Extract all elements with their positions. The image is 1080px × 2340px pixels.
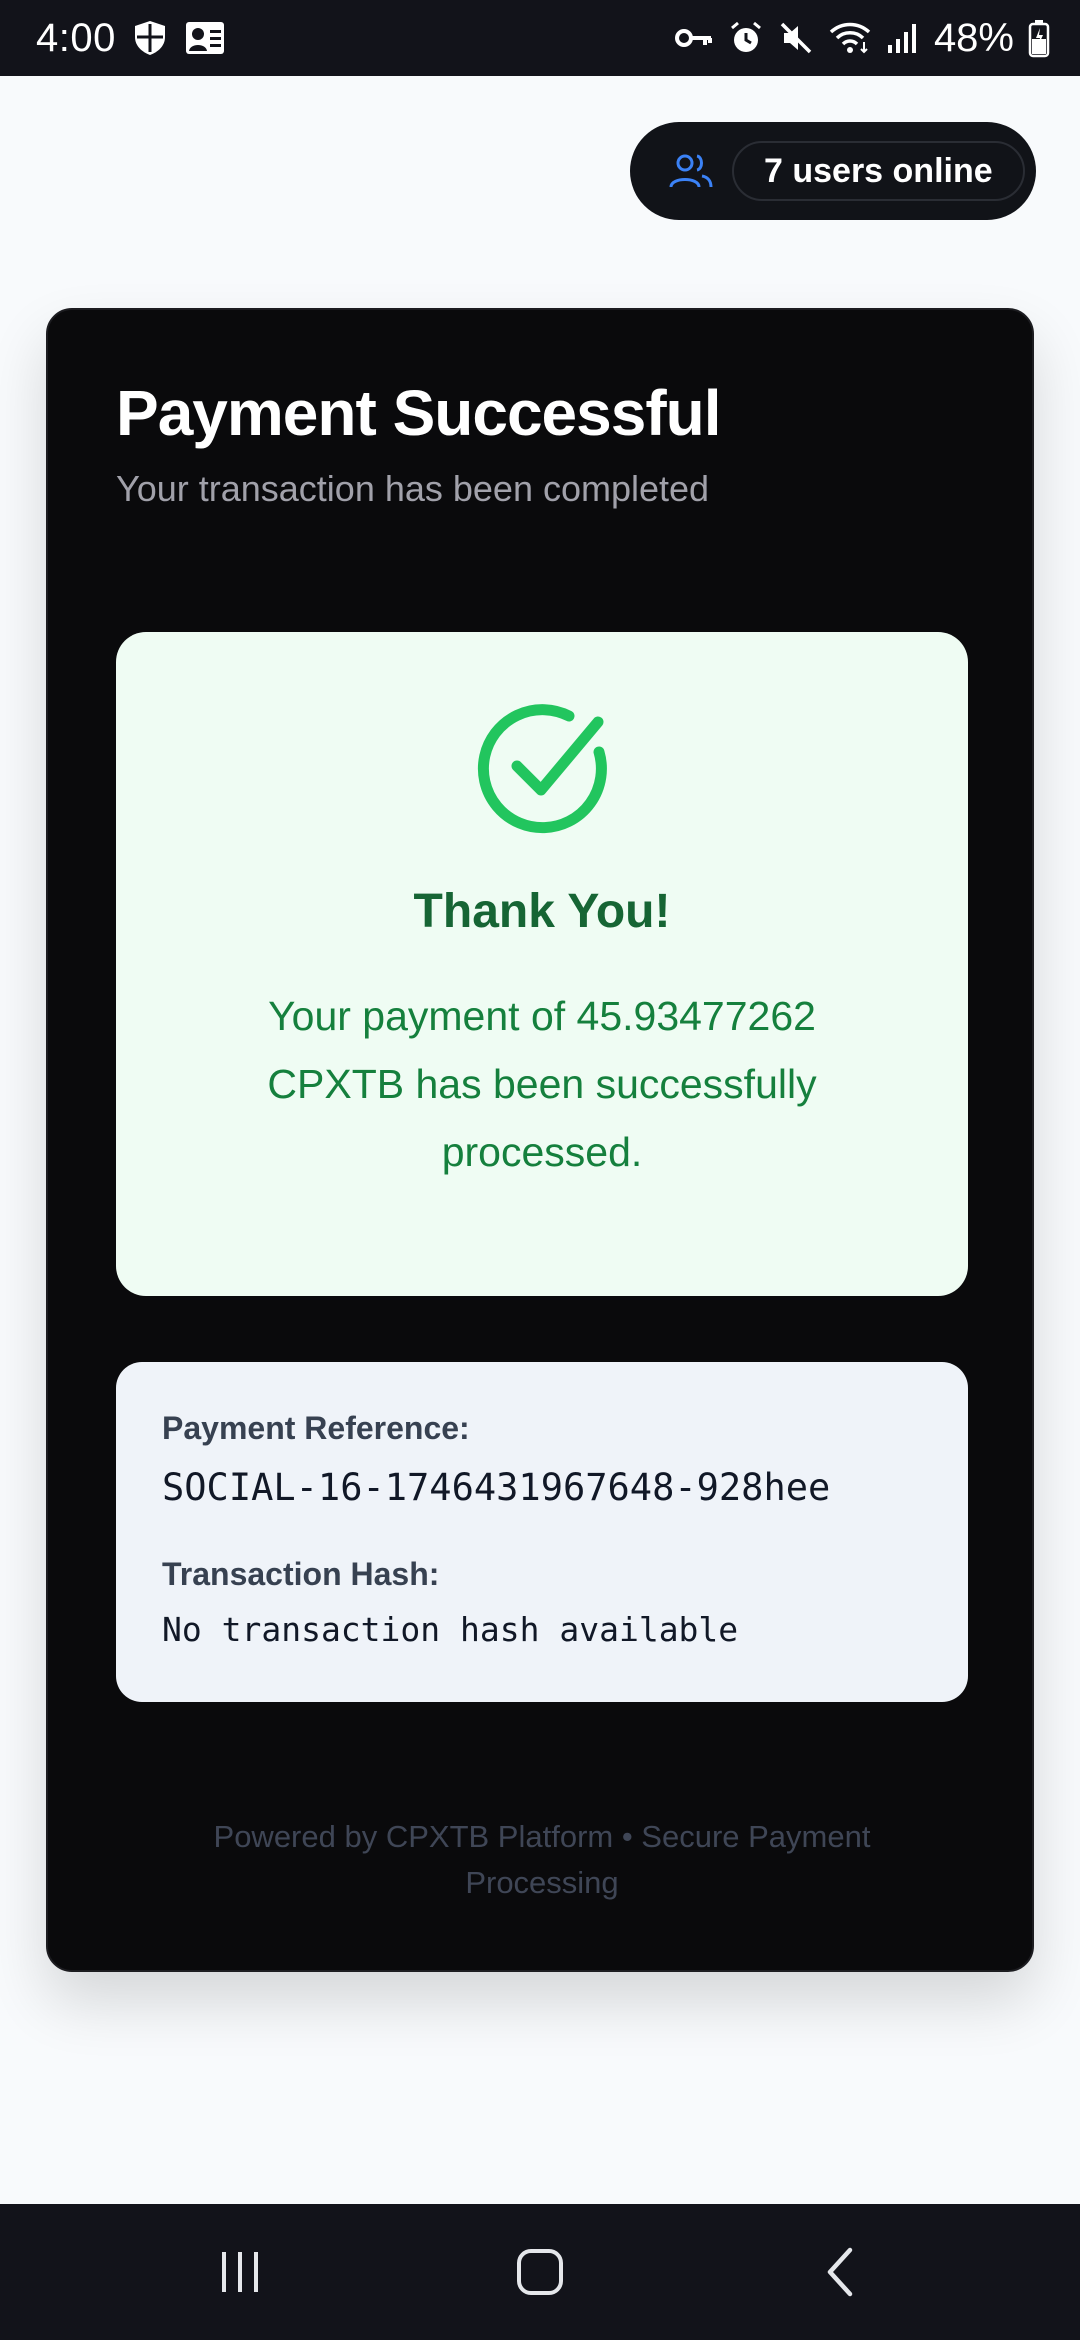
wifi-icon [828,20,872,56]
battery-percent: 48% [933,15,1014,60]
success-panel: Thank You! Your payment of 45.93477262 C… [116,632,968,1296]
transaction-hash-value: No transaction hash available [162,1610,739,1649]
payment-reference-value: SOCIAL-16-1746431967648-928hee [162,1466,831,1509]
status-time: 4:00 [36,15,116,60]
page-subtitle: Your transaction has been completed [116,468,710,509]
mute-icon [778,20,814,56]
transaction-hash-label: Transaction Hash: [162,1556,440,1592]
payment-reference-label: Payment Reference: [162,1410,470,1446]
vpn-key-icon [674,23,714,53]
status-bar: 4:00 48% [0,0,1080,76]
success-message: Your payment of 45.93477262 CPXTB has be… [267,993,817,1175]
payment-details-panel: Payment Reference: SOCIAL-16-17464319676… [116,1362,968,1702]
shield-icon [130,18,170,58]
recents-icon[interactable] [180,2222,300,2322]
footer-text: Powered by CPXTB Platform • Secure Payme… [213,1819,871,1900]
system-nav-bar [0,2204,1080,2340]
profile-card-icon [184,18,226,58]
payment-card: Payment Successful Your transaction has … [46,308,1034,1972]
signal-icon [886,21,920,55]
status-right: 48% [674,16,1050,61]
status-left: 4:00 [36,16,226,61]
alarm-icon [728,20,764,56]
users-online-pill[interactable]: 7 users online [630,122,1036,220]
battery-icon [1028,18,1050,58]
home-icon[interactable] [480,2222,600,2322]
users-icon [668,151,714,191]
users-online-label: 7 users online [732,141,1025,201]
back-icon[interactable] [780,2222,900,2322]
thank-you-heading: Thank You! [413,885,671,938]
page-title: Payment Successful [116,377,721,449]
check-circle-icon [473,700,611,843]
